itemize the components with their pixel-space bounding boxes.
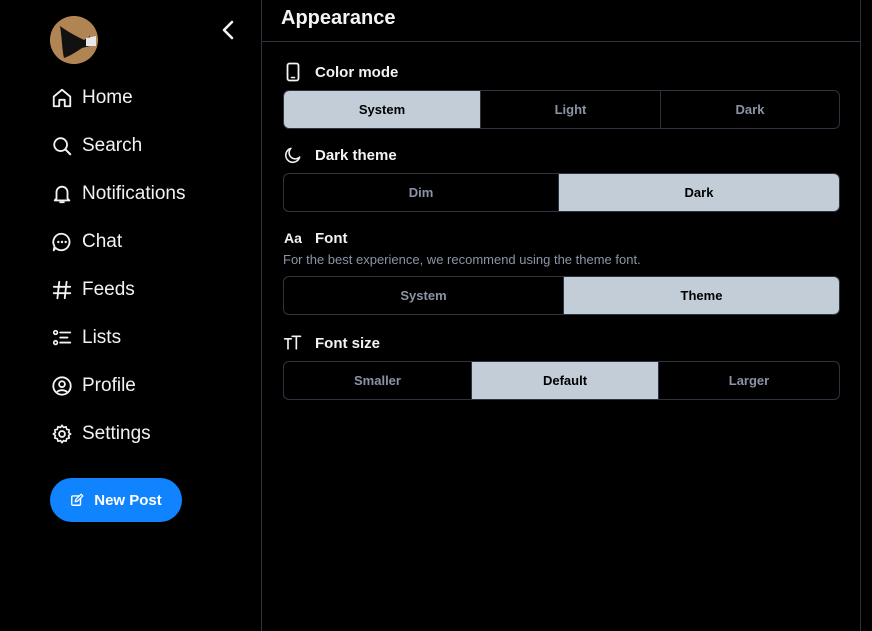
sidebar-item-label: Settings: [82, 423, 151, 444]
avatar[interactable]: [50, 16, 98, 64]
font-option-theme[interactable]: Theme: [564, 277, 839, 314]
app-window: Home Search Notifications Chat Feeds Lis…: [0, 0, 872, 631]
home-icon: [50, 86, 74, 110]
sidebar-item-chat[interactable]: Chat: [50, 218, 186, 266]
sidebar-item-search[interactable]: Search: [50, 122, 186, 170]
dark-theme-title: Dark theme: [315, 146, 397, 164]
color-mode-section: Color mode System Light Dark: [283, 60, 840, 129]
sidebar-item-label: Lists: [82, 327, 122, 348]
phone-icon: [283, 62, 303, 82]
hash-icon: [50, 278, 74, 302]
dark-theme-segmented-control: Dim Dark: [283, 173, 840, 212]
sidebar-item-feeds[interactable]: Feeds: [50, 266, 186, 314]
bell-icon: [50, 182, 74, 206]
sidebar-item-label: Notifications: [82, 183, 186, 204]
main-content: Appearance Color mode System Light Dark: [261, 0, 861, 631]
dark-theme-section: Dark theme Dim Dark: [283, 143, 840, 212]
sidebar: Home Search Notifications Chat Feeds Lis…: [0, 0, 261, 631]
font-size-header: Font size: [283, 331, 840, 355]
avatar-image: [50, 16, 98, 64]
font-header: Aa Font: [283, 226, 840, 250]
dark-theme-option-dark[interactable]: Dark: [559, 174, 839, 211]
sidebar-item-settings[interactable]: Settings: [50, 410, 186, 458]
font-section: Aa Font For the best experience, we reco…: [283, 226, 840, 315]
font-size-section: Font size Smaller Default Larger: [283, 331, 840, 400]
sidebar-item-label: Home: [82, 87, 133, 108]
new-post-label: New Post: [94, 491, 162, 509]
sidebar-item-home[interactable]: Home: [50, 74, 186, 122]
color-mode-title: Color mode: [315, 63, 399, 81]
dark-theme-header: Dark theme: [283, 143, 840, 167]
color-mode-option-light[interactable]: Light: [481, 91, 661, 128]
moon-icon: [283, 145, 303, 165]
font-size-option-default[interactable]: Default: [472, 362, 659, 399]
font-size-title: Font size: [315, 334, 381, 352]
collapse-sidebar-button[interactable]: [214, 16, 242, 44]
color-mode-option-dark[interactable]: Dark: [661, 91, 839, 128]
font-size-option-smaller[interactable]: Smaller: [284, 362, 472, 399]
font-size-segmented-control: Smaller Default Larger: [283, 361, 840, 400]
sidebar-item-label: Feeds: [82, 279, 135, 300]
edit-icon: [71, 493, 84, 506]
sidebar-item-label: Search: [82, 135, 143, 156]
color-mode-segmented-control: System Light Dark: [283, 90, 840, 129]
text-size-icon: [283, 333, 303, 353]
sidebar-item-notifications[interactable]: Notifications: [50, 170, 186, 218]
new-post-button[interactable]: New Post: [50, 478, 182, 522]
user-circle-icon: [50, 374, 74, 398]
list-icon: [50, 326, 74, 350]
sidebar-item-profile[interactable]: Profile: [50, 362, 186, 410]
sidebar-item-label: Profile: [82, 375, 136, 396]
chevron-left-icon: [222, 20, 234, 40]
chat-icon: [50, 230, 74, 254]
font-option-system[interactable]: System: [284, 277, 564, 314]
search-icon: [50, 134, 74, 158]
dark-theme-option-dim[interactable]: Dim: [284, 174, 559, 211]
gear-icon: [50, 422, 74, 446]
sidebar-item-lists[interactable]: Lists: [50, 314, 186, 362]
sidebar-item-label: Chat: [82, 231, 123, 252]
sidebar-nav: Home Search Notifications Chat Feeds Lis…: [50, 74, 186, 458]
color-mode-option-system[interactable]: System: [284, 91, 481, 128]
color-mode-header: Color mode: [283, 60, 840, 84]
font-description: For the best experience, we recommend us…: [283, 252, 641, 267]
font-title: Font: [315, 229, 348, 247]
font-aa-icon: Aa: [284, 230, 302, 246]
font-segmented-control: System Theme: [283, 276, 840, 315]
page-header: Appearance: [262, 0, 860, 42]
page-title: Appearance: [281, 7, 396, 29]
font-size-option-larger[interactable]: Larger: [659, 362, 839, 399]
